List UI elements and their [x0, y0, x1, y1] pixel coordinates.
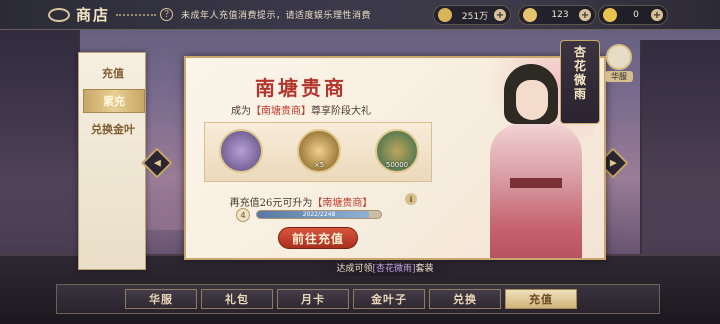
gold-ingot-icon[interactable]: ×5: [297, 129, 341, 173]
tab-gift-packs[interactable]: 礼包: [201, 289, 273, 309]
currency-coins: 251万 +: [433, 5, 511, 25]
banner-prefix: 达成可领: [336, 264, 373, 274]
copper-coin-icon[interactable]: 50000: [375, 129, 419, 173]
character-face: [516, 80, 548, 120]
outfit-name-char: 花: [573, 59, 586, 73]
help-icon[interactable]: ?: [160, 8, 174, 21]
tab-exchange[interactable]: 兑换: [429, 289, 501, 309]
reward-quantity: 50000: [385, 161, 409, 169]
currency-coins-value: 251万: [461, 11, 489, 22]
tab-monthly-card[interactable]: 月卡: [277, 289, 349, 309]
card-title: 南塘贵商: [255, 76, 347, 100]
outfit-name-plaque: 杏 花 微 雨: [560, 40, 600, 124]
add-coins-button[interactable]: +: [494, 9, 506, 21]
left-shelf-decoration: [0, 30, 80, 290]
reward-list: ×5 50000: [204, 122, 432, 182]
hanger-icon: [606, 44, 632, 70]
outfit-name-vertical: 杏 花 微 雨: [565, 45, 595, 101]
sidebar-item-exchange-leaf[interactable]: 兑换金叶: [79, 117, 147, 141]
sidebar-item-recharge[interactable]: 充值: [79, 61, 147, 85]
subtitle-highlight: 【南塘贵商】: [251, 106, 311, 117]
reward-card: 南塘贵商 成为【南塘贵商】尊享阶段大礼 ×5 50000 再充值26元可升为【南…: [184, 56, 606, 260]
currency-leaf-value: 123: [551, 10, 569, 20]
tab-recharge[interactable]: 充值: [505, 289, 577, 309]
set-reward-banner: 达成可领[杏花微雨]套装: [310, 262, 460, 276]
outfit-icon[interactable]: [219, 129, 263, 173]
dress-label: 华服: [605, 71, 633, 82]
upgrade-hint: 再充值26元可升为【南塘贵商】: [186, 194, 416, 209]
level-badge: 4: [236, 208, 250, 222]
gold-leaf-icon: [523, 8, 537, 22]
currency-leaf: 123 +: [518, 5, 596, 25]
outfit-name-char: 微: [573, 73, 586, 87]
page-title: 商店: [76, 6, 111, 24]
gold-coin-icon: [438, 8, 452, 22]
bottom-tab-bar: 华服 礼包 月卡 金叶子 兑换 充值: [56, 284, 660, 314]
go-recharge-button[interactable]: 前往充值: [278, 227, 358, 249]
gold-ingot-icon: [603, 8, 617, 22]
subtitle-suffix: 尊享阶段大礼: [311, 106, 371, 117]
sidebar-item-cumulative[interactable]: 累充: [83, 89, 145, 113]
cloud-swirl-icon: [48, 7, 70, 22]
subtitle-prefix: 成为: [231, 106, 251, 117]
dress-preview-button[interactable]: 华服: [605, 44, 633, 84]
upgrade-highlight: 【南塘贵商】: [312, 198, 373, 209]
banner-suffix: 套装: [415, 264, 434, 274]
tab-outfits[interactable]: 华服: [125, 289, 197, 309]
character-sash: [510, 178, 562, 188]
add-leaf-button[interactable]: +: [579, 9, 591, 21]
outfit-name-char: 雨: [573, 87, 586, 101]
recharge-progress-bar: 2022/2248: [256, 210, 382, 219]
consumption-notice: 未成年人充值消费提示，请适度娱乐理性消费: [181, 11, 372, 21]
tab-gold-leaf[interactable]: 金叶子: [353, 289, 425, 309]
right-shelf-decoration: [640, 40, 720, 290]
title-divider: [116, 13, 157, 16]
side-tab-panel: 充值 累充 兑换金叶: [78, 52, 146, 270]
currency-ingot-value: 0: [633, 10, 639, 20]
chevron-right-icon: ▶: [609, 157, 617, 168]
banner-highlight: [杏花微雨]: [372, 264, 416, 274]
currency-ingot: 0 +: [598, 5, 668, 25]
progress-text: 2022/2248: [302, 211, 336, 218]
character-robe: [490, 124, 582, 258]
add-ingot-button[interactable]: +: [651, 9, 663, 21]
reward-quantity: ×5: [313, 161, 325, 169]
chevron-left-icon: ◀: [153, 157, 161, 168]
info-icon[interactable]: ℹ: [405, 193, 417, 205]
card-subtitle: 成为【南塘贵商】尊享阶段大礼: [186, 102, 416, 117]
outfit-name-char: 杏: [573, 45, 586, 59]
